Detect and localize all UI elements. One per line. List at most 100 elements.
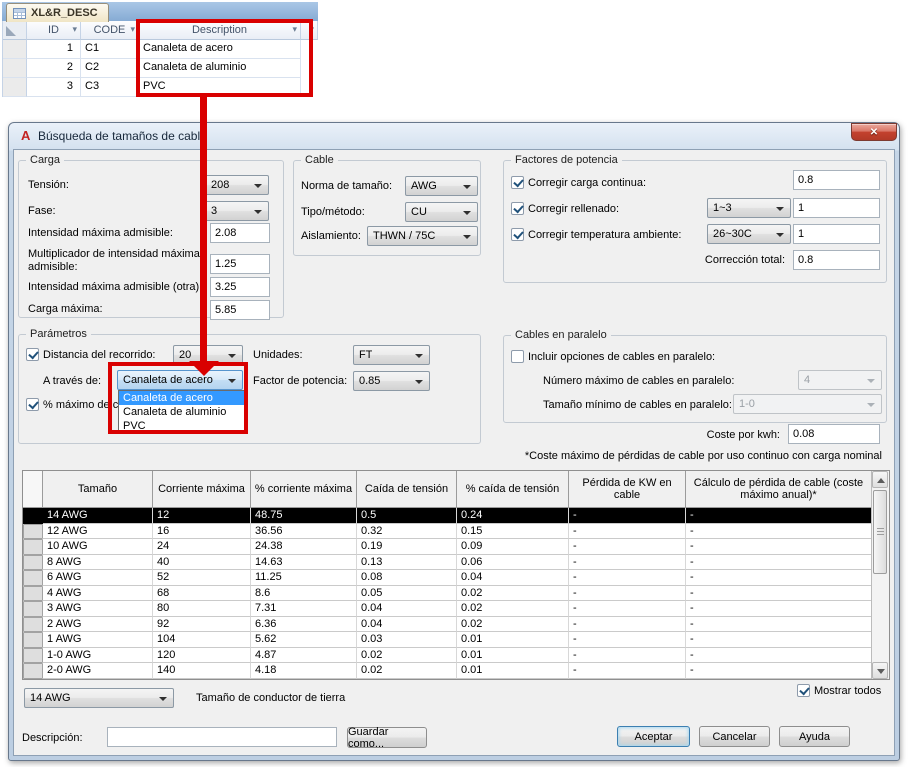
table-row[interactable]: 6 AWG 52 11.25 0.08 0.04 - - [23, 570, 889, 586]
row-selector[interactable] [23, 632, 43, 648]
table-icon [13, 7, 26, 19]
table-row[interactable]: 1-0 AWG 120 4.87 0.02 0.01 - - [23, 647, 889, 663]
cell-pct-corriente: 4.18 [251, 663, 357, 679]
corregir-temperatura-checkbox[interactable] [511, 228, 524, 241]
header-tamano: Tamaño [43, 471, 153, 508]
row-selector[interactable] [23, 554, 43, 570]
distancia-label: Distancia del recorrido: [43, 349, 156, 361]
row-selector[interactable] [23, 601, 43, 617]
maximo-caida-checkbox[interactable] [26, 398, 39, 411]
carga-maxima-field[interactable] [210, 300, 270, 320]
rellenado-combo[interactable]: 1~3 [707, 198, 791, 218]
unidades-label: Unidades: [253, 349, 303, 361]
cell-calculo: - [686, 647, 872, 663]
cell-tamano: 1 AWG [43, 632, 153, 648]
cell-tamano: 2-0 AWG [43, 663, 153, 679]
descripcion-field[interactable] [107, 727, 337, 747]
group-paralelo-legend: Cables en paralelo [511, 329, 611, 341]
cell-pct-caida: 0.02 [457, 585, 569, 601]
autocad-logo-icon: A [21, 128, 31, 143]
aislamiento-combo[interactable]: THWN / 75C [367, 226, 478, 246]
table-row[interactable]: 10 AWG 24 24.38 0.19 0.09 - - [23, 539, 889, 555]
scrollbar-thumb[interactable] [873, 490, 887, 574]
cell-calculo: - [686, 523, 872, 539]
header-perdida-kw: Pérdida de KW en cable [569, 471, 686, 508]
factor-potencia-combo[interactable]: 0.85 [353, 371, 430, 391]
record-selector[interactable] [3, 40, 27, 59]
row-selector[interactable] [23, 663, 43, 679]
sort-dropdown-icon[interactable]: ▾ [130, 24, 135, 35]
cancelar-button[interactable]: Cancelar [699, 726, 770, 747]
cell-tamano: 1-0 AWG [43, 647, 153, 663]
multiplicador-field[interactable] [210, 254, 270, 274]
numero-maximo-combo[interactable]: 4 [798, 370, 882, 390]
close-button[interactable]: ✕ [851, 123, 897, 141]
header-corriente: Corriente máxima [153, 471, 251, 508]
access-tab[interactable]: XL&R_DESC [6, 3, 109, 22]
table-row[interactable]: 14 AWG 12 48.75 0.5 0.24 - - [23, 508, 889, 524]
corregir-rellenado-checkbox[interactable] [511, 202, 524, 215]
tierra-combo[interactable]: 14 AWG [24, 688, 174, 708]
corregir-continua-checkbox[interactable] [511, 176, 524, 189]
cell-pct-caida: 0.02 [457, 616, 569, 632]
record-selector[interactable] [3, 78, 27, 97]
continua-field[interactable] [793, 170, 880, 190]
temperatura-field[interactable] [793, 224, 880, 244]
cell-pct-caida: 0.04 [457, 570, 569, 586]
table-row[interactable]: 1 AWG 104 5.62 0.03 0.01 - - [23, 632, 889, 648]
mostrar-todos-checkbox[interactable] [797, 684, 810, 697]
header-selector-corner [23, 471, 43, 508]
row-selector[interactable] [23, 508, 43, 524]
norma-combo[interactable]: AWG [405, 176, 478, 196]
sort-dropdown-icon[interactable]: ▾ [72, 24, 77, 35]
header-pct-corriente: % corriente máxima [251, 471, 357, 508]
select-all-corner[interactable] [3, 21, 27, 40]
table-row[interactable]: 8 AWG 40 14.63 0.13 0.06 - - [23, 554, 889, 570]
close-icon: ✕ [869, 126, 879, 138]
row-selector[interactable] [23, 616, 43, 632]
row-selector[interactable] [23, 523, 43, 539]
cell-pct-caida: 0.15 [457, 523, 569, 539]
row-selector[interactable] [23, 539, 43, 555]
scroll-down-icon[interactable] [872, 662, 888, 679]
unidades-combo[interactable]: FT [353, 345, 430, 365]
table-row[interactable]: 2 AWG 92 6.36 0.04 0.02 - - [23, 616, 889, 632]
cell-pct-corriente: 4.87 [251, 647, 357, 663]
table-row[interactable]: 4 AWG 68 8.6 0.05 0.02 - - [23, 585, 889, 601]
correccion-total-field[interactable] [793, 250, 880, 270]
distancia-checkbox[interactable] [26, 348, 39, 361]
header-caida: Caída de tensión [357, 471, 457, 508]
row-selector[interactable] [23, 647, 43, 663]
tension-combo[interactable]: 208 [205, 175, 269, 195]
table-row[interactable]: 12 AWG 16 36.56 0.32 0.15 - - [23, 523, 889, 539]
rellenado-field[interactable] [793, 198, 880, 218]
guardar-como-button[interactable]: Guardar como... [347, 726, 427, 750]
table-row[interactable]: 2-0 AWG 140 4.18 0.02 0.01 - - [23, 663, 889, 679]
tamano-minimo-combo[interactable]: 1-0 [733, 394, 882, 414]
scroll-up-icon[interactable] [872, 471, 888, 488]
table-row[interactable]: 3 AWG 80 7.31 0.04 0.02 - - [23, 601, 889, 617]
fase-combo[interactable]: 3 [205, 201, 269, 221]
cell-tamano: 14 AWG [43, 508, 153, 524]
cell-corriente: 120 [153, 647, 251, 663]
intensidad-otra-field[interactable] [210, 277, 270, 297]
row-selector[interactable] [23, 585, 43, 601]
cell-pct-caida: 0.24 [457, 508, 569, 524]
aceptar-button[interactable]: Aceptar [617, 726, 690, 747]
column-header-code[interactable]: CODE ▾ [81, 21, 139, 40]
cell-id: 2 [27, 59, 81, 78]
cell-perdida-kw: - [569, 601, 686, 617]
column-header-id[interactable]: ID ▾ [27, 21, 81, 40]
vertical-scrollbar[interactable] [871, 471, 889, 679]
intensidad-field[interactable] [210, 223, 270, 243]
tipo-combo[interactable]: CU [405, 202, 478, 222]
cell-perdida-kw: - [569, 632, 686, 648]
record-selector[interactable] [3, 59, 27, 78]
cell-corriente: 92 [153, 616, 251, 632]
incluir-paralelo-checkbox[interactable] [511, 350, 524, 363]
cell-perdida-kw: - [569, 539, 686, 555]
coste-kwh-field[interactable] [788, 424, 880, 444]
ayuda-button[interactable]: Ayuda [779, 726, 850, 747]
temperatura-combo[interactable]: 26~30C [707, 224, 791, 244]
row-selector[interactable] [23, 570, 43, 586]
